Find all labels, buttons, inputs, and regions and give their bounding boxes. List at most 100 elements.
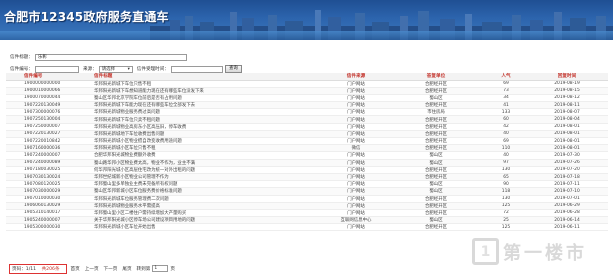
cell-date: 2019-08-07: [526, 108, 608, 117]
cell-date: 2019-08-01: [526, 130, 608, 139]
cell-title[interactable]: 蜀山区华邦新城小区车位服务费价格标准问题: [86, 187, 326, 196]
cell-title[interactable]: 华邦阳光新城物业服务水平需提高: [86, 202, 326, 210]
col-number-header: 信件编号: [6, 73, 86, 81]
cell-source: 门户网站: [326, 123, 386, 131]
table-row: 1907250130004 华邦阳光新城下车位只卖不租问题 门户网站 合肥经开区 60 2…: [6, 115, 608, 124]
cell-title[interactable]: 华邦阳光新城小区车位只售不租: [86, 144, 326, 153]
cell-views: 34: [486, 94, 526, 103]
cell-date: 2019-07-30: [526, 151, 608, 160]
table-row: 1900070000044 蜀山区华邦北京学院车位前后是否有占用问题 门户网站 蜀山区…: [6, 94, 608, 103]
cell-unit: 合肥经开区: [386, 144, 486, 153]
cell-title[interactable]: 华邦蜀山里小区二楼住户需持续增加大产量购买: [86, 209, 326, 218]
cell-title[interactable]: 华邦阳光新城小区车位开始出售: [86, 223, 326, 232]
cell-title[interactable]: 华邦阳光新城地下车位收费出售问题: [86, 130, 326, 139]
table-row: 1907240000007 合肥华邦阳光城物业费额外收费 门户网站 蜀山区 40 2019…: [6, 151, 608, 160]
cell-date: 2019-07-20: [526, 166, 608, 174]
cell-unit: 蜀山区: [386, 159, 486, 167]
cell-title[interactable]: 华邦阳光新城小区物业擅自改变收费用途问题: [86, 137, 326, 146]
cell-number: 1907220130049: [6, 101, 86, 110]
cell-views: 42: [486, 123, 526, 131]
col-title-header: 信件标题: [86, 73, 326, 81]
cell-views: 90: [486, 180, 526, 189]
cell-source: 门户网站: [326, 159, 386, 167]
cell-unit: 蜀山区: [386, 216, 486, 225]
date-input[interactable]: [170, 65, 223, 73]
cell-title[interactable]: 华邦阳光新城下车能力现在还有哪些车位全部发下去: [86, 101, 326, 110]
cell-title[interactable]: 合肥华邦阳光城物业费额外收费: [86, 151, 326, 160]
cell-views: 72: [486, 209, 526, 218]
cell-source: 互联网信息中心: [326, 216, 386, 225]
page-unit: 页: [170, 266, 175, 272]
cell-date: 2019-07-18: [526, 173, 608, 182]
cell-number: 1907030130024: [6, 173, 86, 182]
col-source-header: 信件来源: [326, 73, 386, 81]
cell-source: 门户网站: [326, 137, 386, 146]
cell-number: 1907180030025: [6, 166, 86, 174]
source-select[interactable]: 请选择 ▾: [98, 65, 133, 73]
cell-number: 1907220130027: [6, 130, 86, 139]
table-row: 1907030000029 蜀山区华邦新城小区车位服务费价格标准问题 门户网站 蜀山区…: [6, 187, 608, 196]
cell-number: 1907240000007: [6, 151, 86, 160]
chevron-down-icon: ▾: [127, 66, 130, 72]
cell-source: 门户网站: [326, 209, 386, 218]
cell-title[interactable]: 关于华邦阳光城小区停车场公司建设项目用地的问题: [86, 216, 326, 225]
cell-date: 2019-08-12: [526, 94, 608, 103]
cell-date: 2019-08-15: [526, 87, 608, 95]
first-page-link[interactable]: 首页: [71, 266, 80, 272]
watermark-text: 第一楼市: [503, 242, 587, 264]
cell-title[interactable]: 蜀山路华邦小区物业费太高，物业不作为，业主不满: [86, 159, 326, 167]
table-row: 1907250000007 华邦阳光新城物业高房东小区高压旧，停车收费 门户网站 合肥…: [6, 123, 608, 131]
title-label: 信件标题：: [10, 55, 33, 60]
cell-title[interactable]: 华邦阳光新城下车位只售不租: [86, 80, 326, 88]
cell-title[interactable]: 何华邦阳光城小区高层住宅改为统一对外出租的问题: [86, 166, 326, 174]
cell-title[interactable]: 华邦阳光新城物业服务费过高问题: [86, 108, 326, 117]
cell-number: 1900000000000: [6, 80, 86, 88]
cell-source: 门户网站: [326, 87, 386, 95]
table-row: 1907220010842 华邦阳光新城小区物业擅自改变收费用途问题 门户网站 合肥经…: [6, 137, 608, 146]
cell-unit: 合肥经开区: [386, 80, 486, 88]
number-input[interactable]: [34, 65, 79, 73]
table-row: 1907160000036 华邦阳光新城小区车位只售不租 微信 合肥经开区 110 201…: [6, 144, 608, 153]
cell-views: 40: [486, 151, 526, 160]
cell-unit: 合肥经开区: [386, 115, 486, 124]
cell-number: 1907080120025: [6, 180, 86, 189]
cell-unit: 合肥经开区: [386, 223, 486, 232]
cell-views: 73: [486, 87, 526, 95]
cell-views: 110: [486, 144, 526, 153]
table-row: 1907010000030 华邦阳光新城车位服务管理费二次问题 门户网站 合肥经开区 1…: [6, 195, 608, 203]
cell-title[interactable]: 华邦世纪城新小区物业公司管理不作为: [86, 173, 326, 182]
table-row: 1907030130024 华邦世纪城新小区物业公司管理不作为 门户网站 合肥经开区 6…: [6, 173, 608, 182]
title-input[interactable]: 乐彰: [34, 53, 187, 61]
jump-page-input[interactable]: 1: [152, 265, 169, 272]
cell-title[interactable]: 华邦阳光新城下车位只卖不租问题: [86, 115, 326, 124]
cell-date: 2019-08-04: [526, 115, 608, 124]
cell-title[interactable]: 华邦阳光新城物业高房东小区高压旧，停车收费: [86, 123, 326, 131]
cell-source: 门户网站: [326, 108, 386, 117]
last-page-link[interactable]: 尾页: [122, 266, 131, 272]
table-row: 1905300000030 华邦阳光新城小区车位开始出售 门户网站 合肥经开区 125 2…: [6, 223, 608, 232]
cell-unit: 蜀山区: [386, 180, 486, 189]
cell-views: 60: [486, 115, 526, 124]
cell-unit: 合肥经开区: [386, 195, 486, 203]
cell-views: 125: [486, 202, 526, 210]
pagination: 页码：1/11 共206条 首页 上一页 下一页 尾页 转到第 1 页: [9, 263, 179, 274]
cell-number: 1907300000076: [6, 108, 86, 117]
cell-title[interactable]: 华邦阳光新城下车想知道能力现在还有哪些车位没发下来: [86, 87, 326, 95]
cell-views: 41: [486, 101, 526, 110]
table-row: 1906060130029 华邦阳光新城物业服务水平需提高 门户网站 合肥经开区 125…: [6, 202, 608, 210]
cell-unit: 合肥经开区: [386, 87, 486, 95]
query-button[interactable]: 查询: [224, 65, 242, 73]
cell-date: 2019-07-26: [526, 159, 608, 167]
cell-number: 1905240000007: [6, 216, 86, 225]
next-page-link[interactable]: 下一页: [104, 266, 118, 272]
cell-number: 1907160000036: [6, 144, 86, 153]
cell-unit: 合肥经开区: [386, 123, 486, 131]
cell-unit: 合肥经开区: [386, 173, 486, 182]
cell-title[interactable]: 华邦阳光新城车位服务管理费二次问题: [86, 195, 326, 203]
col-views-header: 人气: [486, 73, 526, 81]
cell-title[interactable]: 蜀山区华邦北京学院车位前后是否有占用问题: [86, 94, 326, 103]
cell-title[interactable]: 华邦蜀山里多单独业主费未完备所有权问题: [86, 180, 326, 189]
cell-unit: 合肥经开区: [386, 209, 486, 218]
total-count: 共206条: [41, 266, 60, 272]
prev-page-link[interactable]: 上一页: [85, 266, 99, 272]
